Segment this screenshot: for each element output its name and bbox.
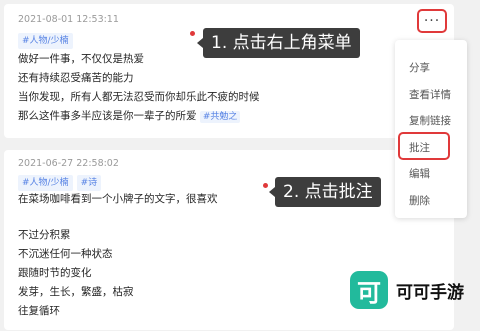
brand-logo-icon: 可 xyxy=(350,271,388,309)
menu-item-copy-link[interactable]: 复制链接 xyxy=(409,113,451,128)
watermark: 可 可可手游 xyxy=(350,271,464,309)
annotate-highlight-box xyxy=(398,132,450,160)
memo-tag[interactable]: #人物/少楠 xyxy=(18,175,73,191)
menu-item-edit[interactable]: 编辑 xyxy=(409,166,430,181)
memo-line: 做好一件事，不仅仅是热爱 xyxy=(18,53,144,65)
callout-pointer-dot xyxy=(263,183,268,188)
callout-pointer-dot xyxy=(190,31,195,36)
memo-timestamp: 2021-08-01 12:53:11 xyxy=(18,14,119,25)
memo-line: 不过分积累 xyxy=(18,229,71,241)
memo-line: 跟随时节的变化 xyxy=(18,267,92,279)
more-menu-button[interactable]: ··· xyxy=(417,9,447,33)
more-dots-icon: ··· xyxy=(423,13,441,29)
memo-line: 在菜场咖啡看到一个小牌子的文字，很喜欢 xyxy=(18,193,218,205)
tutorial-callout-step1: 1. 点击右上角菜单 xyxy=(203,28,360,58)
memo-line: 发芽，生长，繁盛，枯寂 xyxy=(18,286,134,298)
memo-timestamp: 2021-06-27 22:58:02 xyxy=(18,158,119,169)
memo-line-with-tag: 那么这件事多半应该是你一辈子的所爱 #共勉之 xyxy=(18,109,241,124)
memo-line: 往复循环 xyxy=(18,305,60,317)
memo-line: 不沉迷任何一种状态 xyxy=(18,248,113,260)
context-menu: 分享 查看详情 复制链接 批注 编辑 删除 xyxy=(395,40,467,218)
memo-line: 当你发现，所有人都无法忍受而你却乐此不疲的时候 xyxy=(18,91,260,103)
menu-item-share[interactable]: 分享 xyxy=(409,60,430,75)
memo-tag[interactable]: #诗 xyxy=(76,175,102,191)
memo-tag[interactable]: #人物/少楠 xyxy=(18,33,73,49)
menu-item-view-details[interactable]: 查看详情 xyxy=(409,87,451,102)
menu-item-delete[interactable]: 删除 xyxy=(409,193,430,208)
memo-inline-tag[interactable]: #共勉之 xyxy=(199,111,241,123)
memo-line: 还有持续忍受痛苦的能力 xyxy=(18,72,134,84)
brand-name: 可可手游 xyxy=(396,282,464,303)
memo-tags: #人物/少楠 #诗 xyxy=(18,175,102,191)
tutorial-callout-step2: 2. 点击批注 xyxy=(275,177,381,207)
memo-line-text: 那么这件事多半应该是你一辈子的所爱 xyxy=(18,110,197,122)
memo-tags: #人物/少楠 xyxy=(18,33,73,49)
memo-card-1: 2021-08-01 12:53:11 #人物/少楠 做好一件事，不仅仅是热爱 … xyxy=(4,4,454,138)
